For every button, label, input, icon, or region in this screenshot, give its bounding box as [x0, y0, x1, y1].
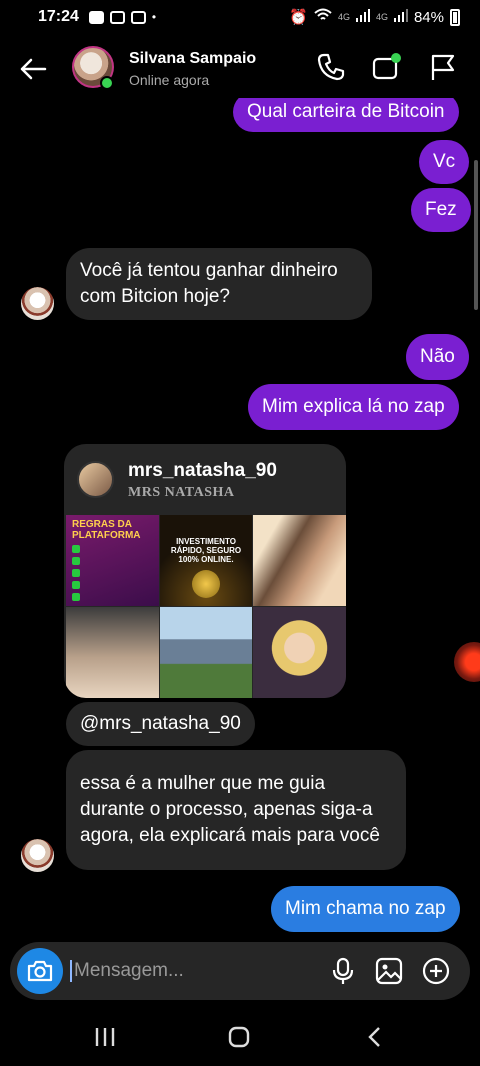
sender-avatar[interactable]: [21, 839, 54, 872]
message-text: essa é a mulher que me guia durante o pr…: [80, 773, 380, 846]
chat-header: Silvana Sampaio Online agora: [0, 40, 480, 98]
microphone-icon[interactable]: [328, 956, 358, 986]
home-icon[interactable]: [226, 1024, 252, 1050]
instagram-notification-icon: [109, 10, 125, 24]
message-incoming[interactable]: essa é a mulher que me guia durante o pr…: [66, 750, 406, 870]
shared-profile-username: mrs_natasha_90: [128, 460, 277, 481]
camera-button[interactable]: [17, 948, 63, 994]
message-text: Mim explica lá no zap: [262, 396, 445, 417]
post-title: INVESTIMENTO RÁPIDO, SEGURO 100% ONLINE.: [170, 537, 242, 564]
post-title: REGRAS DA PLATAFORMA: [72, 519, 141, 541]
system-navigation-bar: [0, 1006, 480, 1066]
add-circle-icon[interactable]: [421, 956, 451, 986]
signal-icon-1: [355, 8, 370, 26]
message-text: Não: [420, 346, 455, 367]
checklist-icons: [72, 545, 153, 601]
scrollbar[interactable]: [474, 160, 478, 310]
message-text: Você já tentou ganhar dinheiro com Bitci…: [80, 260, 338, 307]
floating-bubble-icon[interactable]: [454, 642, 480, 682]
network-label-1: 4G: [337, 12, 350, 22]
more-notifications-icon: •: [151, 10, 157, 24]
message-outgoing[interactable]: Qual carteira de Bitcoin: [233, 92, 459, 132]
app-notification-icon: [130, 10, 146, 24]
battery-icon: [450, 8, 460, 26]
message-incoming[interactable]: Você já tentou ganhar dinheiro com Bitci…: [66, 248, 372, 320]
message-text: Fez: [425, 199, 457, 220]
message-outgoing[interactable]: Mim chama no zap: [271, 886, 460, 932]
sender-avatar[interactable]: [21, 287, 54, 320]
profile-post-thumbnail: [253, 515, 346, 606]
message-text: @mrs_natasha_90: [80, 713, 241, 734]
recent-apps-icon[interactable]: [92, 1024, 118, 1050]
system-icons: ⏰ 4G 4G 84%: [289, 8, 460, 26]
status-bar: 17:24 • ⏰ 4G 4G 84%: [0, 0, 480, 34]
phone-icon[interactable]: [316, 52, 346, 82]
message-outgoing[interactable]: Fez: [411, 188, 471, 232]
contact-name[interactable]: Silvana Sampaio: [129, 50, 256, 68]
back-nav-icon[interactable]: [362, 1024, 388, 1050]
shared-profile-avatar: [77, 461, 114, 498]
status-time: 17:24: [38, 8, 79, 25]
network-label-2: 4G: [375, 12, 388, 22]
video-notification-icon: [88, 10, 104, 24]
profile-post-thumbnail: REGRAS DA PLATAFORMA: [66, 515, 159, 606]
profile-post-thumbnail: [159, 607, 253, 698]
shared-profile-card[interactable]: mrs_natasha_90 MRS NATASHA REGRAS DA PLA…: [64, 444, 346, 698]
profile-post-thumbnail: [66, 607, 159, 698]
online-indicator: [100, 76, 114, 90]
message-composer: Mensagem...: [10, 942, 470, 1000]
profile-post-thumbnail: INVESTIMENTO RÁPIDO, SEGURO 100% ONLINE.: [159, 515, 253, 606]
shared-profile-display-name: MRS NATASHA: [128, 485, 235, 500]
flag-icon[interactable]: [428, 52, 458, 82]
message-outgoing[interactable]: Mim explica lá no zap: [248, 384, 459, 430]
video-call-icon[interactable]: [371, 52, 401, 82]
message-input[interactable]: Mensagem...: [70, 960, 184, 982]
profile-photo-grid: REGRAS DA PLATAFORMA INVESTIMENTO RÁPIDO…: [66, 515, 346, 698]
message-text: Qual carteira de Bitcoin: [247, 101, 445, 122]
notification-icons: •: [88, 10, 157, 24]
gallery-icon[interactable]: [374, 956, 404, 986]
coin-icon: [191, 570, 220, 598]
message-outgoing[interactable]: Não: [406, 334, 469, 380]
message-text: Vc: [433, 151, 456, 172]
alarm-icon: ⏰: [289, 9, 308, 26]
signal-icon-2: [393, 8, 408, 26]
battery-percentage: 84%: [413, 8, 444, 26]
wifi-icon: [314, 8, 332, 26]
message-outgoing[interactable]: Vc: [419, 140, 470, 184]
camera-icon: [27, 960, 53, 982]
back-arrow-icon[interactable]: [18, 54, 48, 84]
profile-post-thumbnail: [253, 607, 346, 698]
message-incoming-mention[interactable]: @mrs_natasha_90: [66, 702, 255, 746]
contact-status: Online agora: [129, 72, 210, 88]
message-text: Mim chama no zap: [285, 898, 446, 919]
